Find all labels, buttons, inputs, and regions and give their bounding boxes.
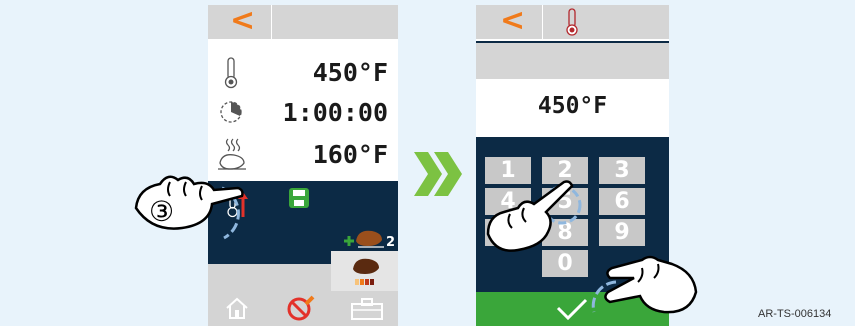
no-edit-icon[interactable] (286, 294, 316, 322)
toolbox-icon[interactable] (350, 298, 384, 320)
timer-icon (220, 101, 242, 123)
pointing-hand-icon (591, 255, 698, 314)
home-icon[interactable] (224, 296, 250, 320)
key-6[interactable]: 6 (599, 188, 645, 215)
floppy-save-icon[interactable] (288, 187, 310, 209)
thermometer-icon (224, 57, 238, 89)
step-marker: ③ (149, 195, 175, 228)
figure-code: AR-TS-006134 (758, 308, 832, 320)
top-bar: < (208, 5, 398, 39)
pointing-hand-icon (134, 175, 244, 240)
back-button[interactable]: < (500, 5, 525, 37)
oven-temperature-row[interactable]: 450°F (208, 53, 398, 93)
key-9[interactable]: 9 (599, 219, 645, 246)
chicken-probe-icon (218, 138, 246, 170)
oven-temperature-value: 450°F (312, 58, 388, 87)
top-bar: < (476, 5, 669, 39)
add-step-count: 2 (386, 235, 396, 250)
key-3[interactable]: 3 (599, 157, 645, 184)
chicken-doneness-icon (353, 258, 379, 285)
thermometer-icon (566, 8, 578, 36)
doneness-button[interactable] (331, 251, 398, 291)
probe-temperature-value: 160°F (312, 140, 388, 169)
temperature-display: 450°F (537, 93, 608, 119)
cooking-settings-screen: < 450°F 1:00:00 160°F 2 (208, 5, 398, 326)
cook-time-row[interactable]: 1:00:00 (208, 93, 398, 133)
subheader-bar (476, 43, 669, 79)
back-button[interactable]: < (230, 5, 255, 37)
cook-time-value: 1:00:00 (282, 98, 388, 127)
next-step-chevrons-icon (414, 152, 462, 196)
